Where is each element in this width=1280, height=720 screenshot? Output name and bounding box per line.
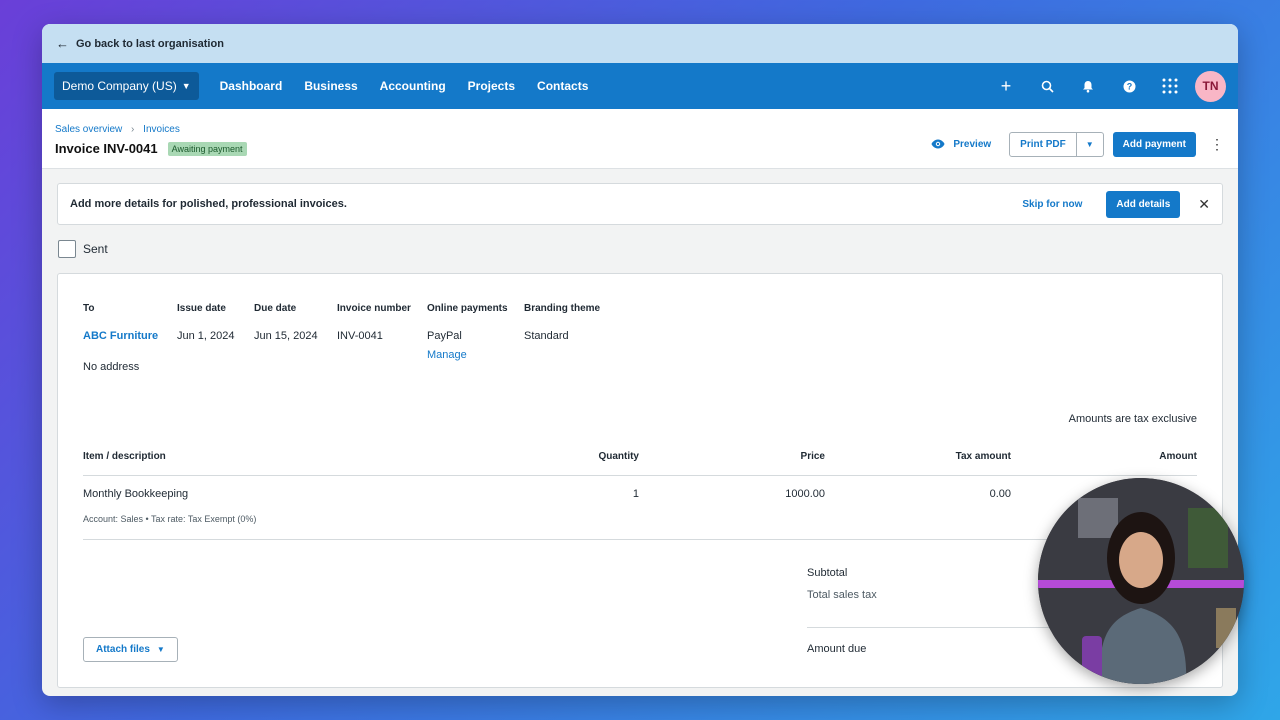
organisation-switcher[interactable]: Demo Company (US) ▼ [54, 72, 199, 100]
caret-down-icon: ▼ [181, 81, 191, 91]
plus-icon[interactable]: + [993, 73, 1019, 99]
add-payment-button[interactable]: Add payment [1112, 132, 1196, 157]
customer-address: No address [83, 361, 140, 373]
webcam-overlay [1038, 478, 1244, 684]
customer-link[interactable]: ABC Furniture [83, 330, 158, 342]
status-badge: Awaiting payment [167, 141, 247, 156]
top-nav: Demo Company (US) ▼ Dashboard Business A… [42, 63, 1238, 109]
arrow-left-icon: ← [56, 36, 69, 51]
branding-theme-label: Branding theme [524, 303, 601, 314]
nav-contacts[interactable]: Contacts [537, 79, 588, 93]
issue-date-label: Issue date [177, 303, 226, 314]
breadcrumb-invoices[interactable]: Invoices [143, 124, 180, 135]
attach-files-button[interactable]: Attach files ▼ [83, 637, 178, 662]
issue-date-value: Jun 1, 2024 [177, 330, 235, 342]
invoice-number-value: INV-0041 [337, 330, 383, 342]
subtotal-label: Subtotal [807, 567, 848, 579]
presenter-video-image [1038, 478, 1244, 684]
attach-files-label: Attach files [96, 644, 150, 655]
due-date-value: Jun 15, 2024 [254, 330, 318, 342]
table-row-divider [83, 539, 1197, 540]
breadcrumb: Sales overview › Invoices [55, 124, 180, 135]
column-header-price: Price [800, 451, 825, 462]
to-label: To [83, 303, 95, 314]
line-description: Monthly Bookkeeping [83, 488, 189, 500]
nav-dashboard[interactable]: Dashboard [220, 79, 283, 93]
total-sales-tax-label: Total sales tax [807, 589, 877, 601]
page-title: Invoice INV-0041 [55, 141, 158, 156]
organisation-name: Demo Company (US) [62, 79, 177, 93]
page-header: Sales overview › Invoices Invoice INV-00… [42, 109, 1238, 169]
preview-button[interactable]: Preview [931, 138, 991, 152]
app-grid-icon[interactable] [1157, 73, 1183, 99]
eye-icon [931, 138, 945, 152]
bell-icon[interactable] [1075, 73, 1101, 99]
branding-theme-value: Standard [524, 330, 569, 342]
column-header-amount: Amount [1159, 451, 1197, 462]
back-to-organisation-link[interactable]: ← Go back to last organisation [42, 24, 1238, 63]
nav-accounting[interactable]: Accounting [380, 79, 446, 93]
column-header-tax-amount: Tax amount [955, 451, 1011, 462]
amount-due-label: Amount due [807, 643, 867, 655]
more-options-icon[interactable]: ⋮ [1210, 136, 1224, 153]
nav-business[interactable]: Business [304, 79, 357, 93]
print-options-dropdown[interactable]: ▼ [1076, 132, 1104, 157]
table-header-divider [83, 475, 1197, 476]
print-pdf-split-button: Print PDF ▼ [1009, 132, 1104, 157]
line-quantity: 1 [632, 488, 639, 500]
sent-toggle[interactable]: Sent [58, 240, 108, 258]
svg-text:?: ? [1126, 81, 1132, 91]
preview-label: Preview [953, 139, 992, 150]
banner-message: Add more details for polished, professio… [70, 198, 347, 210]
online-payments-value: PayPal [427, 330, 462, 342]
search-icon[interactable] [1034, 73, 1060, 99]
due-date-label: Due date [254, 303, 297, 314]
sent-label: Sent [83, 242, 108, 256]
manage-payments-link[interactable]: Manage [427, 349, 467, 361]
skip-for-now-button[interactable]: Skip for now [1022, 199, 1082, 210]
caret-down-icon: ▼ [156, 645, 165, 654]
column-header-item: Item / description [83, 451, 166, 462]
breadcrumb-sales-overview[interactable]: Sales overview [55, 124, 122, 135]
sent-checkbox[interactable] [58, 240, 76, 258]
line-price: 1000.00 [785, 488, 825, 500]
print-pdf-button[interactable]: Print PDF [1009, 132, 1077, 157]
avatar[interactable]: TN [1195, 70, 1226, 102]
caret-down-icon: ▼ [1085, 140, 1094, 149]
back-label: Go back to last organisation [76, 37, 224, 50]
nav-projects[interactable]: Projects [468, 79, 515, 93]
details-banner: Add more details for polished, professio… [57, 183, 1223, 225]
invoice-number-label: Invoice number [337, 303, 411, 314]
tax-mode-note: Amounts are tax exclusive [1068, 413, 1197, 425]
help-icon[interactable]: ? [1116, 73, 1142, 99]
chevron-right-icon: › [131, 124, 135, 135]
line-tax-amount: 0.00 [989, 488, 1011, 500]
close-icon[interactable]: ✕ [1198, 196, 1210, 213]
add-details-button[interactable]: Add details [1106, 190, 1181, 218]
column-header-quantity: Quantity [598, 451, 639, 462]
line-account-detail: Account: Sales • Tax rate: Tax Exempt (0… [83, 514, 257, 524]
online-payments-label: Online payments [427, 303, 508, 314]
